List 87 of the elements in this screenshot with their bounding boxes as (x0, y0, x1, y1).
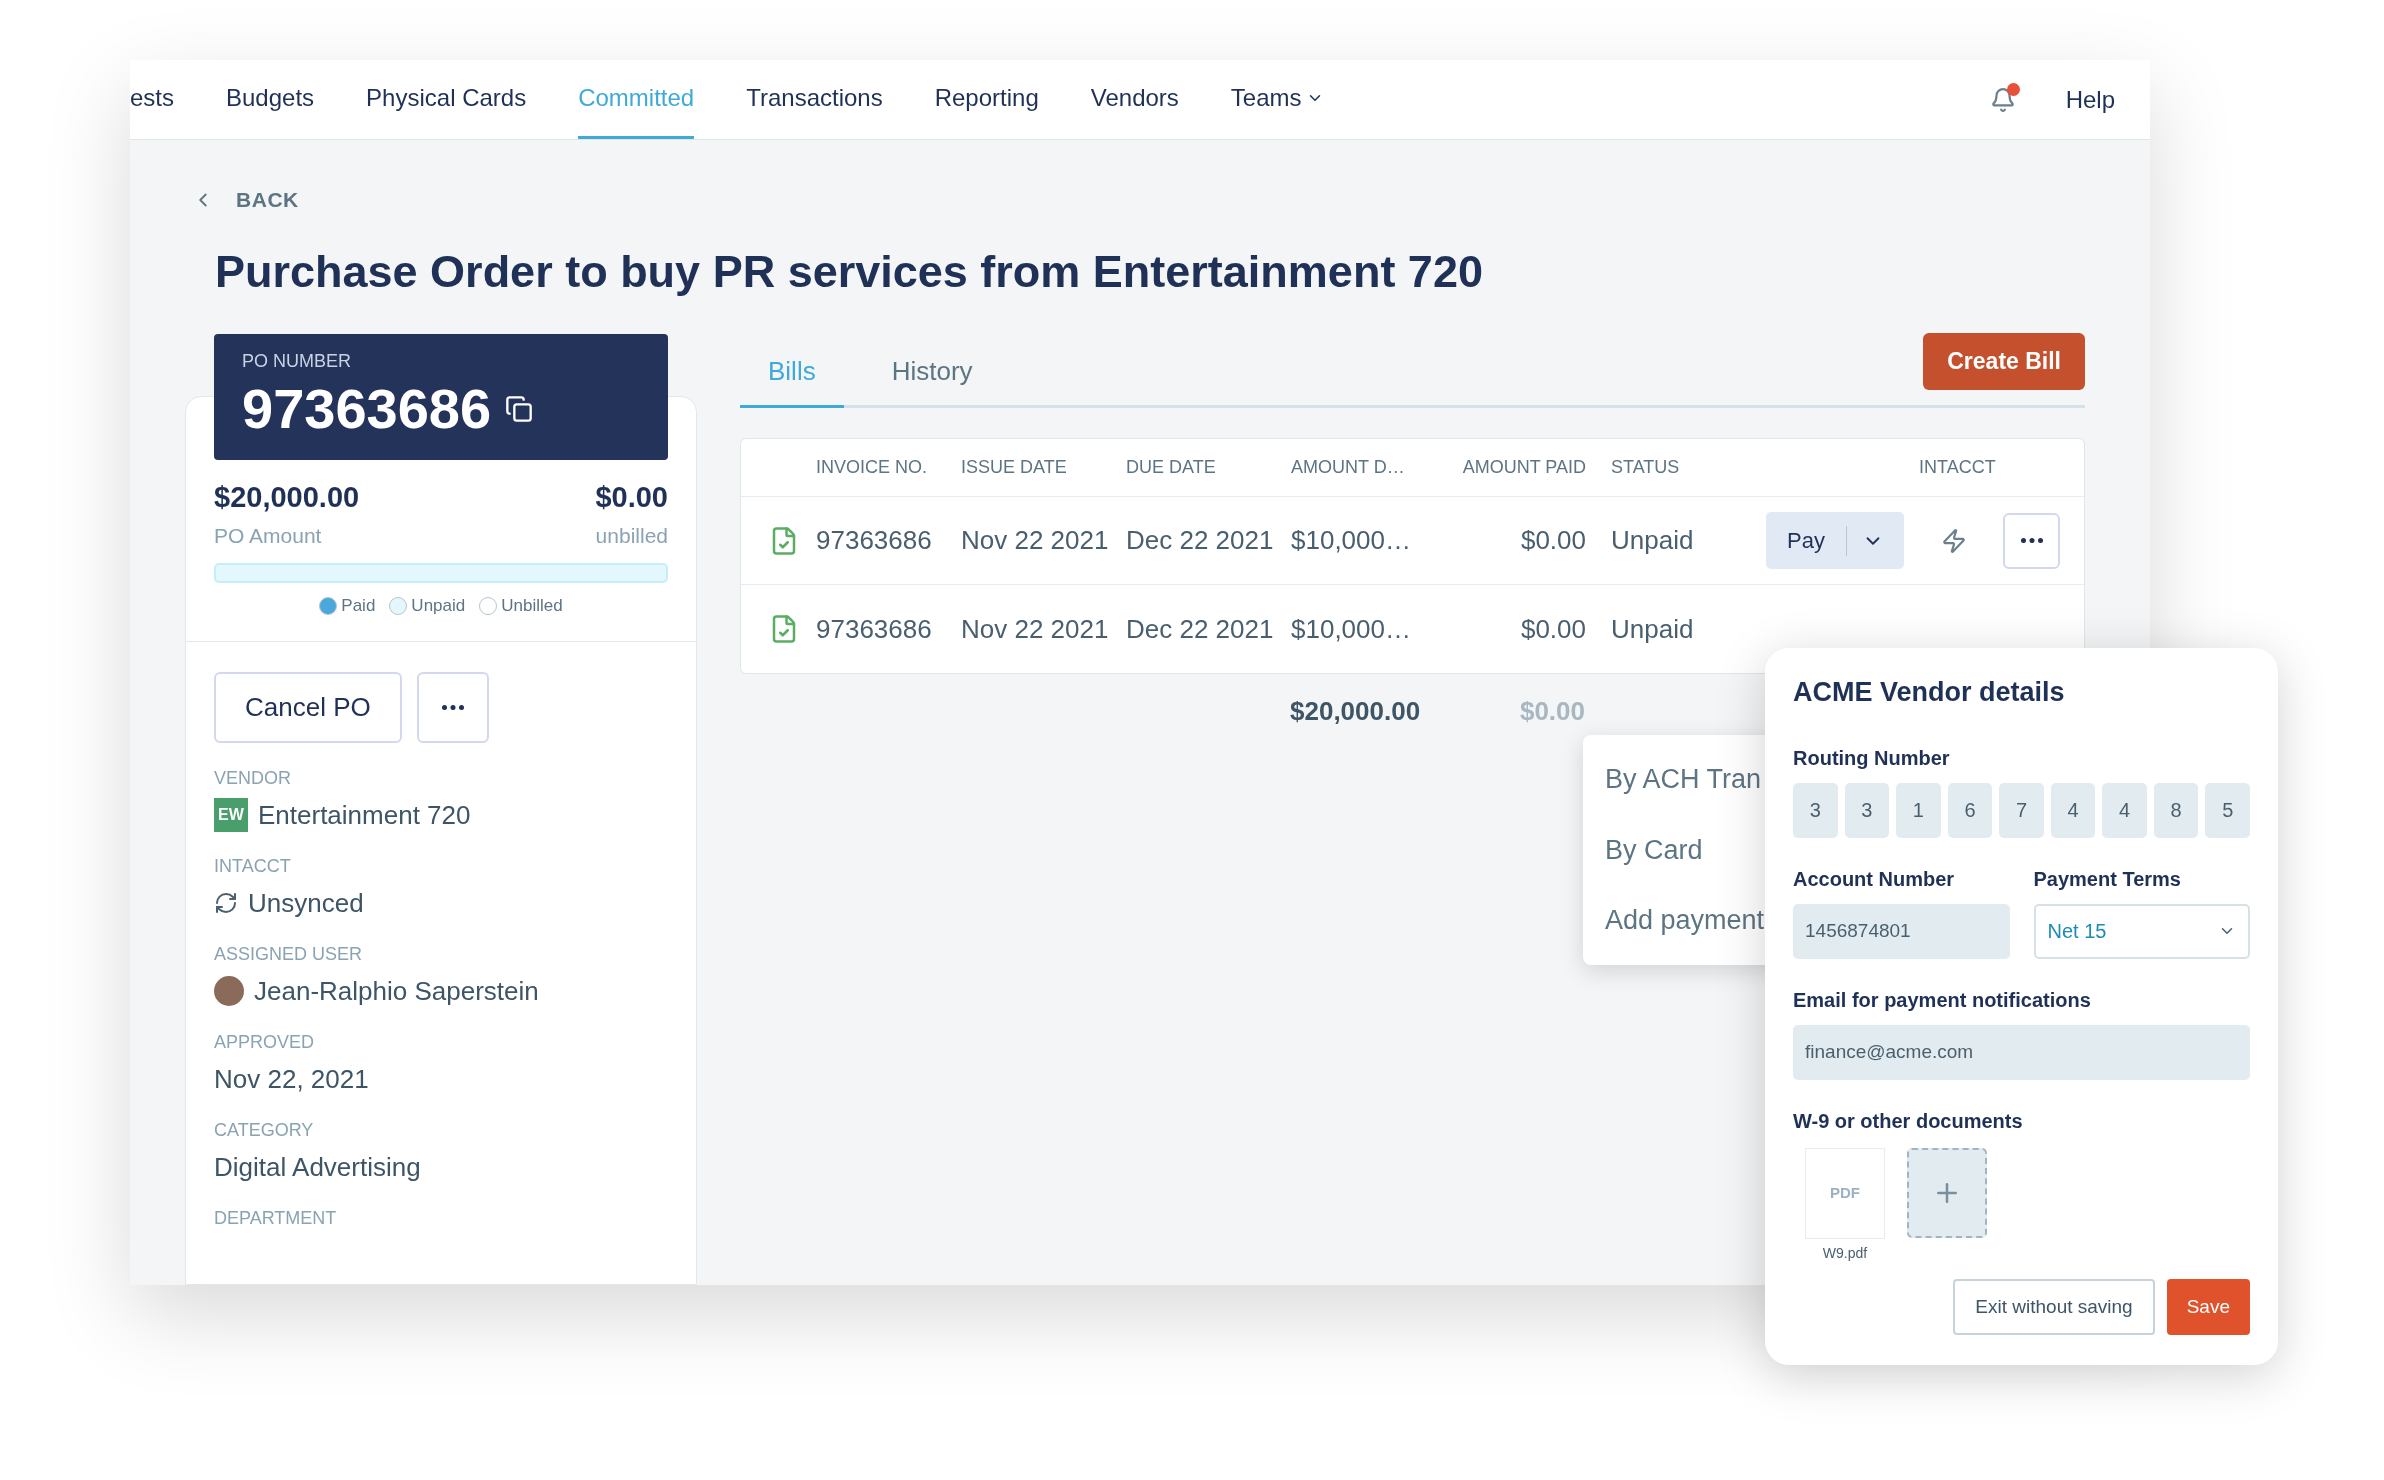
detail-label: CATEGORY (214, 1118, 315, 1142)
routing-digit-field[interactable]: 8 (2153, 782, 2199, 838)
column-header: AMOUNT D… (1291, 456, 1406, 479)
account-number-field[interactable]: 1456874801 (1793, 903, 2010, 959)
legend-label: Unpaid (411, 595, 466, 617)
panel-title: ACME Vendor details (1793, 676, 2066, 709)
field-label: Routing Number (1793, 745, 1951, 771)
table-cell-text: $0.00 (1520, 612, 1586, 646)
email-field[interactable]: finance@acme.com (1793, 1024, 2250, 1080)
menu-item[interactable]: Add payment (1605, 900, 1765, 941)
table-cell-text: 97363686 (816, 612, 933, 646)
menu-item[interactable]: By Card (1605, 829, 1703, 871)
detail-label: APPROVED (214, 1030, 316, 1054)
nav-tab[interactable]: Teams (1230, 60, 1324, 139)
po-number-label: PO NUMBER (242, 350, 352, 373)
total-amount-due: $20,000.00 (1290, 695, 1422, 728)
po-amount: $20,000.00 (214, 480, 360, 515)
table-cell-text: Dec 22 2021 (1126, 524, 1275, 557)
sync-icon (214, 891, 238, 915)
unbilled-label: unbilled (595, 522, 668, 549)
detail-value: Digital Advertising (214, 1150, 421, 1184)
routing-digit-field[interactable]: 3 (1793, 782, 1838, 838)
po-amount-label: PO Amount (214, 522, 323, 549)
nav-tab[interactable]: Budgets (226, 60, 315, 139)
table-cell-text: $10,000… (1291, 612, 1412, 646)
detail-value: Jean-Ralphio Saperstein (254, 974, 539, 1008)
column-header: INVOICE NO. (816, 456, 928, 479)
field-label: Email for payment notifications (1793, 987, 2092, 1013)
table-cell-text: $10,000… (1291, 524, 1412, 557)
column-header: INTACCT (1918, 456, 1997, 479)
pay-split-button[interactable]: Pay (1766, 512, 1904, 569)
table-cell-text: Nov 22 2021 (961, 524, 1110, 557)
create-bill-button[interactable]: Create Bill (1923, 333, 2085, 390)
payment-terms-select[interactable]: Net 15 (2033, 903, 2250, 959)
column-header: DUE DATE (1126, 456, 1217, 479)
nav-tab[interactable]: Physical Cards (366, 60, 527, 139)
help-link[interactable]: Help (2065, 81, 2115, 118)
bell-icon (1989, 86, 2016, 113)
cancel-po-button[interactable]: Cancel PO (214, 671, 402, 743)
table-cell-text: Nov 22 2021 (961, 612, 1110, 646)
vendor-logo: EW (214, 798, 248, 832)
detail-value: Entertainment 720 (258, 798, 471, 832)
nav-tab[interactable]: ests (130, 60, 174, 139)
column-header: STATUS (1610, 456, 1681, 479)
field-label: Account Number (1793, 866, 1956, 892)
more-icon (2020, 538, 2043, 543)
detail-value: Unsynced (248, 886, 364, 920)
back-link[interactable]: BACK (192, 184, 299, 216)
avatar (214, 976, 244, 1006)
legend-label: Unbilled (501, 595, 563, 617)
table-cell-text: $0.00 (1520, 524, 1586, 557)
field-label: Payment Terms (2033, 866, 2182, 892)
total-amount-paid: $0.00 (1519, 695, 1585, 728)
routing-digit-field[interactable]: 4 (2102, 782, 2147, 838)
table-cell-text: Unpaid (1610, 612, 1695, 646)
routing-digit-field[interactable]: 7 (1999, 782, 2044, 838)
tab[interactable]: History (863, 352, 1001, 408)
copy-icon[interactable] (505, 394, 534, 423)
detail-label: ASSIGNED USER (214, 942, 364, 966)
field-label: W-9 or other documents (1793, 1108, 2024, 1134)
table-cell-text: Dec 22 2021 (1126, 612, 1275, 646)
column-header: ISSUE DATE (961, 456, 1068, 479)
unbilled-amount: $0.00 (595, 480, 668, 515)
routing-digit-field[interactable]: 3 (1844, 782, 1890, 838)
lightning-icon[interactable] (1941, 527, 1967, 554)
page-title: Purchase Order to buy PR services from Entertainment 720 (215, 244, 1484, 299)
save-button[interactable]: Save (2166, 1279, 2250, 1335)
po-number: 97363686 (242, 376, 492, 442)
detail-value: Nov 22, 2021 (214, 1062, 369, 1096)
routing-digit-field[interactable]: 5 (2205, 782, 2250, 838)
exit-button[interactable]: Exit without saving (1953, 1279, 2155, 1335)
detail-label: INTACCT (214, 854, 292, 878)
routing-digit-field[interactable]: 1 (1896, 782, 1941, 838)
more-icon (441, 704, 464, 710)
table-cell-text: 97363686 (816, 524, 933, 557)
nav-tab[interactable]: Vendors (1090, 60, 1179, 139)
routing-digit-field[interactable]: 4 (2050, 782, 2096, 838)
legend-label: Paid (341, 595, 376, 617)
column-header: AMOUNT PAID (1462, 456, 1586, 479)
table-cell-text: Unpaid (1610, 524, 1695, 557)
nav-tab[interactable]: Reporting (934, 60, 1039, 139)
nav-tab[interactable]: Transactions (746, 60, 883, 139)
menu-item[interactable]: By ACH Tran (1605, 759, 1762, 800)
routing-digit-field[interactable]: 6 (1947, 782, 1993, 838)
detail-label: VENDOR (214, 766, 292, 790)
detail-label: DEPARTMENT (214, 1206, 338, 1230)
file-name: W9.pdf (1822, 1243, 1868, 1263)
